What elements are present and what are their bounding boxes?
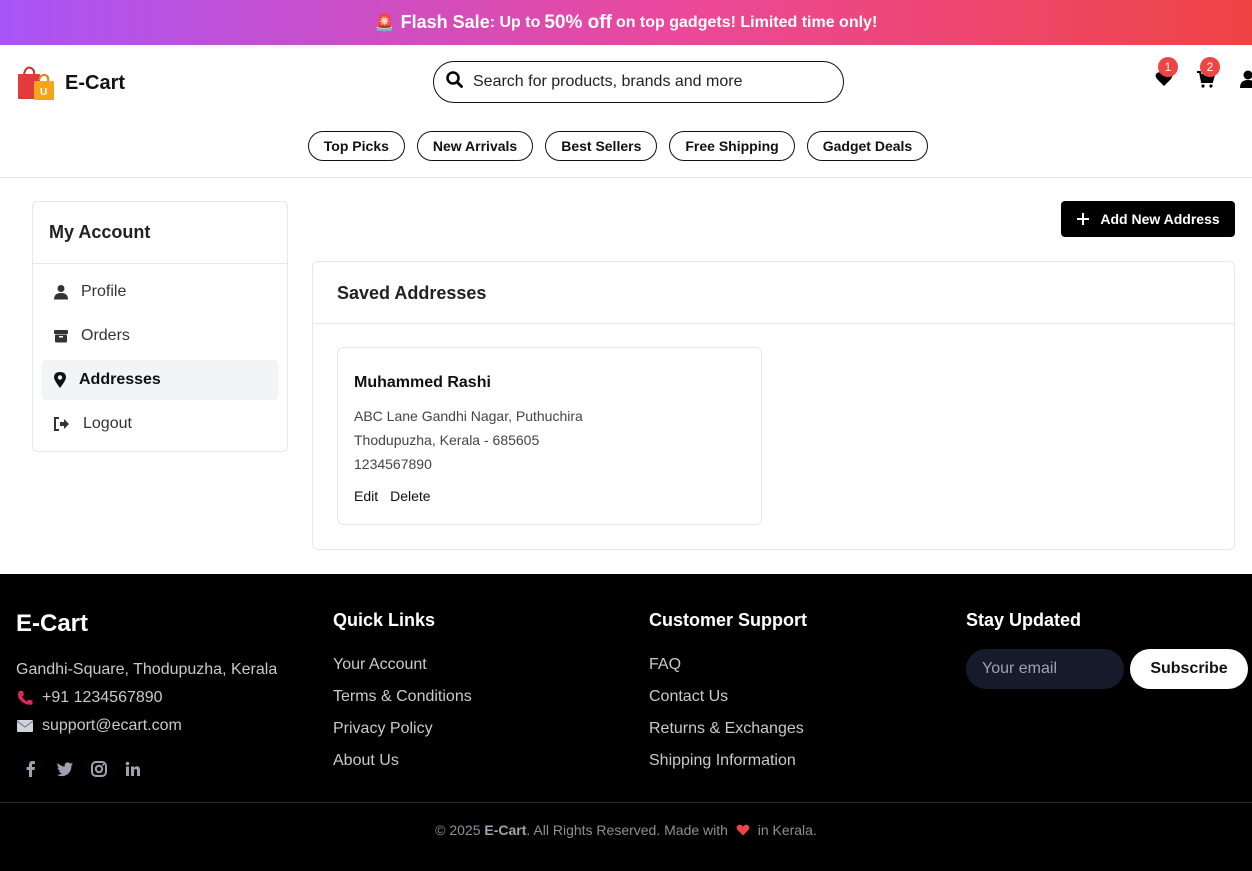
category-nav: Top Picks New Arrivals Best Sellers Free…	[0, 131, 1252, 161]
footer-brand: E-Cart	[16, 610, 89, 637]
sidebar-item-orders[interactable]: Orders	[41, 316, 279, 356]
phone-icon	[18, 691, 33, 705]
logout-icon	[54, 417, 69, 431]
footer-link-privacy[interactable]: Privacy Policy	[333, 713, 623, 745]
brand-logo[interactable]: U E-Cart	[17, 65, 125, 101]
add-new-address-button[interactable]: Add New Address	[1061, 201, 1235, 237]
footer-link-returns[interactable]: Returns & Exchanges	[649, 713, 939, 745]
category-pill-best-sellers[interactable]: Best Sellers	[545, 131, 658, 161]
instagram-icon[interactable]	[90, 760, 108, 778]
address-card: Muhammed Rashi ABC Lane Gandhi Nagar, Pu…	[337, 347, 762, 525]
sidebar-title: My Account	[33, 202, 287, 264]
footer-link-shipping[interactable]: Shipping Information	[649, 745, 939, 777]
flash-sale-label: Flash Sale	[400, 12, 490, 32]
site-header: U E-Cart 1 2 Top Picks New Arrivals Best…	[0, 45, 1252, 178]
sidebar-item-label: Addresses	[79, 371, 161, 388]
svg-text:U: U	[40, 87, 47, 98]
map-pin-icon	[54, 372, 66, 388]
siren-icon: 🚨	[374, 14, 395, 32]
sidebar-item-addresses[interactable]: Addresses	[41, 360, 279, 400]
footer-customer-support: Customer Support FAQ Contact Us Returns …	[649, 610, 939, 777]
twitter-icon[interactable]	[56, 760, 74, 778]
site-footer: E-Cart Gandhi-Square, Thodupuzha, Kerala…	[0, 574, 1252, 871]
wishlist-button[interactable]: 1	[1154, 57, 1178, 89]
footer-link-terms[interactable]: Terms & Conditions	[333, 681, 623, 713]
linkedin-icon[interactable]	[124, 760, 142, 778]
facebook-icon[interactable]	[22, 760, 40, 778]
sidebar-item-label: Orders	[81, 327, 130, 344]
footer-link-about[interactable]: About Us	[333, 745, 623, 777]
heart-icon	[732, 822, 754, 838]
account-sidebar: My Account Profile Orders Addresses Logo…	[32, 201, 288, 452]
footer-email: support@ecart.com	[42, 717, 182, 734]
quick-links-title: Quick Links	[333, 610, 436, 630]
copyright-text: © 2025 E-Cart. All Rights Reserved. Made…	[0, 822, 1252, 838]
flash-sale-text-before: : Up to	[489, 13, 541, 31]
copyright-suffix: in Kerala.	[757, 822, 817, 838]
address-phone: 1234567890	[354, 456, 432, 472]
cart-count-badge: 2	[1200, 57, 1220, 77]
newsletter-email-input[interactable]	[966, 649, 1124, 689]
address-name: Muhammed Rashi	[354, 374, 491, 391]
plus-icon	[1077, 213, 1090, 225]
delete-address-button[interactable]: Delete	[390, 488, 430, 504]
newsletter-title: Stay Updated	[966, 610, 1082, 630]
footer-phone-row: +91 1234567890	[16, 684, 306, 712]
search-icon[interactable]	[446, 71, 463, 93]
panel-title: Saved Addresses	[313, 262, 1234, 324]
address-line-1: ABC Lane Gandhi Nagar, Puthuchira	[354, 408, 583, 424]
wishlist-count-badge: 1	[1158, 57, 1178, 77]
social-links	[22, 760, 306, 778]
brand-name: E-Cart	[65, 71, 126, 94]
copyright-prefix: © 2025	[435, 822, 481, 838]
search-bar	[433, 61, 844, 103]
footer-divider	[0, 802, 1252, 803]
account-button[interactable]	[1238, 69, 1252, 89]
user-icon	[54, 285, 68, 300]
flash-sale-banner: 🚨 Flash Sale : Up to 50% off on top gadg…	[0, 0, 1252, 45]
category-pill-top-picks[interactable]: Top Picks	[307, 131, 405, 161]
footer-phone: +91 1234567890	[42, 689, 163, 706]
edit-address-button[interactable]: Edit	[354, 488, 378, 504]
category-pill-free-shipping[interactable]: Free Shipping	[669, 131, 795, 161]
footer-link-faq[interactable]: FAQ	[649, 649, 939, 681]
subscribe-button[interactable]: Subscribe	[1130, 649, 1248, 689]
sidebar-item-label: Logout	[83, 415, 132, 432]
copyright-mid: . All Rights Reserved. Made with	[526, 822, 728, 838]
footer-email-row: support@ecart.com	[16, 712, 306, 740]
flash-sale-text-after: on top gadgets! Limited time only!	[615, 13, 878, 31]
envelope-icon	[16, 720, 34, 732]
sidebar-item-logout[interactable]: Logout	[41, 404, 279, 444]
category-pill-new-arrivals[interactable]: New Arrivals	[416, 131, 534, 161]
address-line-2: Thodupuzha, Kerala - 685605	[354, 432, 540, 448]
shopping-bags-icon: U	[17, 65, 55, 101]
cart-button[interactable]: 2	[1196, 57, 1220, 89]
sidebar-item-profile[interactable]: Profile	[41, 272, 279, 312]
footer-link-contact[interactable]: Contact Us	[649, 681, 939, 713]
add-new-address-label: Add New Address	[1100, 211, 1220, 227]
user-icon	[1240, 70, 1252, 88]
flash-sale-discount: 50% off	[544, 11, 612, 33]
search-input[interactable]	[473, 73, 813, 91]
header-actions: 1 2	[1154, 57, 1252, 89]
sidebar-item-label: Profile	[81, 283, 127, 300]
copyright-brand: E-Cart	[484, 822, 527, 838]
footer-quick-links: Quick Links Your Account Terms & Conditi…	[333, 610, 623, 777]
saved-addresses-panel: Saved Addresses Muhammed Rashi ABC Lane …	[312, 261, 1235, 550]
box-icon	[54, 330, 68, 343]
footer-link-your-account[interactable]: Your Account	[333, 649, 623, 681]
footer-address: Gandhi-Square, Thodupuzha, Kerala	[16, 661, 278, 678]
category-pill-gadget-deals[interactable]: Gadget Deals	[806, 131, 929, 161]
footer-newsletter: Stay Updated Subscribe	[966, 610, 1252, 689]
footer-brand-column: E-Cart Gandhi-Square, Thodupuzha, Kerala…	[16, 610, 306, 778]
customer-support-title: Customer Support	[649, 610, 808, 630]
